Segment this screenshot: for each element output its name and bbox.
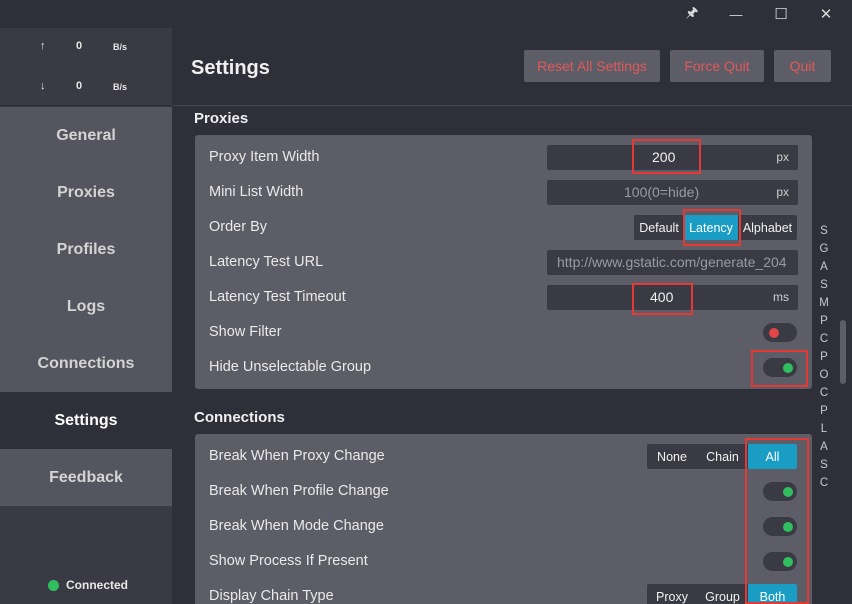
toggle-knob — [783, 487, 793, 497]
sidebar-item-general[interactable]: General — [0, 107, 172, 164]
toggle-knob — [769, 328, 779, 338]
connection-status: Connected — [48, 578, 128, 592]
order-by-latency-option[interactable]: Latency — [684, 215, 738, 240]
main-panel: Settings Reset All Settings Force Quit Q… — [172, 28, 852, 604]
section-title-connections: Connections — [194, 409, 285, 426]
index-letter[interactable]: G — [818, 240, 830, 258]
proxy-item-width-value: 200 — [652, 149, 676, 165]
proxies-settings-card: Proxy Item Width 200 px Mini List Width … — [195, 135, 812, 389]
reset-all-settings-button[interactable]: Reset All Settings — [524, 50, 660, 82]
latency-test-url-value: http://www.gstatic.com/generate_204 — [557, 254, 787, 270]
proxy-item-width-unit: px — [776, 150, 789, 164]
app-window: 🖈 — ☐ ✕ ↑ 0 B/s ↓ 0 B/s General Proxies … — [0, 0, 852, 604]
break-when-mode-change-toggle[interactable] — [763, 517, 797, 536]
index-letter[interactable]: L — [818, 420, 830, 438]
index-letter[interactable]: P — [818, 312, 830, 330]
sidebar-item-connections[interactable]: Connections — [0, 335, 172, 392]
toggle-knob — [783, 522, 793, 532]
pin-icon[interactable]: 🖈 — [670, 0, 714, 28]
chain-type-group-option[interactable]: Group — [697, 584, 748, 604]
break-when-proxy-change-selector: None Chain All — [647, 444, 797, 469]
break-proxy-all-option[interactable]: All — [748, 444, 797, 469]
status-dot-icon — [48, 579, 59, 591]
sidebar-item-profiles[interactable]: Profiles — [0, 221, 172, 278]
sidebar-item-logs[interactable]: Logs — [0, 278, 172, 335]
index-letter[interactable]: A — [818, 258, 830, 276]
order-by-default-option[interactable]: Default — [634, 215, 684, 240]
maximize-button[interactable]: ☐ — [759, 0, 803, 28]
index-letter[interactable]: C — [818, 330, 830, 348]
close-button[interactable]: ✕ — [804, 0, 848, 28]
break-proxy-chain-option[interactable]: Chain — [697, 444, 748, 469]
break-when-profile-change-toggle[interactable] — [763, 482, 797, 501]
title-bar: 🖈 — ☐ ✕ — [0, 0, 852, 28]
mini-list-width-input[interactable]: 100(0=hide) px — [547, 180, 798, 205]
latency-test-timeout-input[interactable]: 400 ms — [547, 285, 798, 310]
sidebar-item-feedback[interactable]: Feedback — [0, 449, 172, 506]
chain-type-both-option[interactable]: Both — [748, 584, 797, 604]
mini-list-width-unit: px — [776, 185, 789, 199]
break-when-proxy-change-label: Break When Proxy Change — [209, 448, 385, 464]
proxy-item-width-label: Proxy Item Width — [209, 149, 320, 165]
index-letter[interactable]: M — [818, 294, 830, 312]
order-by-alphabet-option[interactable]: Alphabet — [738, 215, 797, 240]
download-arrow-icon: ↓ — [40, 80, 46, 92]
sidebar: ↑ 0 B/s ↓ 0 B/s General Proxies Profiles… — [0, 28, 172, 604]
force-quit-button[interactable]: Force Quit — [670, 50, 764, 82]
order-by-selector: Default Latency Alphabet — [634, 215, 797, 240]
toggle-knob — [783, 363, 793, 373]
toggle-knob — [783, 557, 793, 567]
page-title: Settings — [191, 57, 270, 79]
break-when-profile-change-label: Break When Profile Change — [209, 483, 389, 499]
index-letter[interactable]: C — [818, 384, 830, 402]
scrollbar-thumb[interactable] — [840, 320, 846, 384]
download-value: 0 — [76, 80, 83, 92]
show-process-label: Show Process If Present — [209, 553, 368, 569]
sidebar-item-settings[interactable]: Settings — [0, 392, 172, 449]
show-filter-toggle[interactable] — [763, 323, 797, 342]
upload-value: 0 — [76, 40, 83, 52]
latency-test-url-input[interactable]: http://www.gstatic.com/generate_204 — [547, 250, 798, 275]
display-chain-type-selector: Proxy Group Both — [647, 584, 797, 604]
mini-list-width-label: Mini List Width — [209, 184, 304, 200]
mini-list-width-placeholder: 100(0=hide) — [624, 184, 700, 200]
index-letter[interactable]: S — [818, 456, 830, 474]
break-when-mode-change-label: Break When Mode Change — [209, 518, 384, 534]
header-divider — [172, 105, 852, 106]
order-by-label: Order By — [209, 219, 268, 235]
index-letter[interactable]: A — [818, 438, 830, 456]
download-unit: B/s — [113, 82, 128, 92]
section-index: S G A S M P C P O C P L A S C — [818, 222, 830, 492]
index-letter[interactable]: O — [818, 366, 830, 384]
minimize-button[interactable]: — — [714, 0, 758, 28]
quit-button[interactable]: Quit — [774, 50, 831, 82]
upload-arrow-icon: ↑ — [40, 40, 46, 52]
traffic-monitor: ↑ 0 B/s ↓ 0 B/s — [0, 28, 172, 106]
display-chain-type-label: Display Chain Type — [209, 588, 334, 604]
latency-test-timeout-label: Latency Test Timeout — [209, 289, 346, 305]
hide-unselectable-group-toggle[interactable] — [763, 358, 797, 377]
index-letter[interactable]: C — [818, 474, 830, 492]
latency-test-url-label: Latency Test URL — [209, 254, 324, 270]
status-label: Connected — [66, 578, 129, 592]
show-process-toggle[interactable] — [763, 552, 797, 571]
show-filter-label: Show Filter — [209, 324, 282, 340]
index-letter[interactable]: S — [818, 276, 830, 294]
index-letter[interactable]: P — [818, 402, 830, 420]
proxy-item-width-input[interactable]: 200 px — [547, 145, 798, 170]
upload-unit: B/s — [113, 42, 128, 52]
index-letter[interactable]: S — [818, 222, 830, 240]
break-proxy-none-option[interactable]: None — [647, 444, 697, 469]
section-title-proxies: Proxies — [194, 110, 249, 127]
download-speed: ↓ 0 B/s — [0, 80, 172, 96]
hide-unselectable-group-label: Hide Unselectable Group — [209, 359, 372, 375]
latency-test-timeout-value: 400 — [650, 289, 674, 305]
chain-type-proxy-option[interactable]: Proxy — [647, 584, 697, 604]
sidebar-item-proxies[interactable]: Proxies — [0, 164, 172, 221]
upload-speed: ↑ 0 B/s — [0, 40, 172, 56]
index-letter[interactable]: P — [818, 348, 830, 366]
latency-test-timeout-unit: ms — [773, 290, 789, 304]
connections-settings-card: Break When Proxy Change None Chain All B… — [195, 434, 812, 604]
